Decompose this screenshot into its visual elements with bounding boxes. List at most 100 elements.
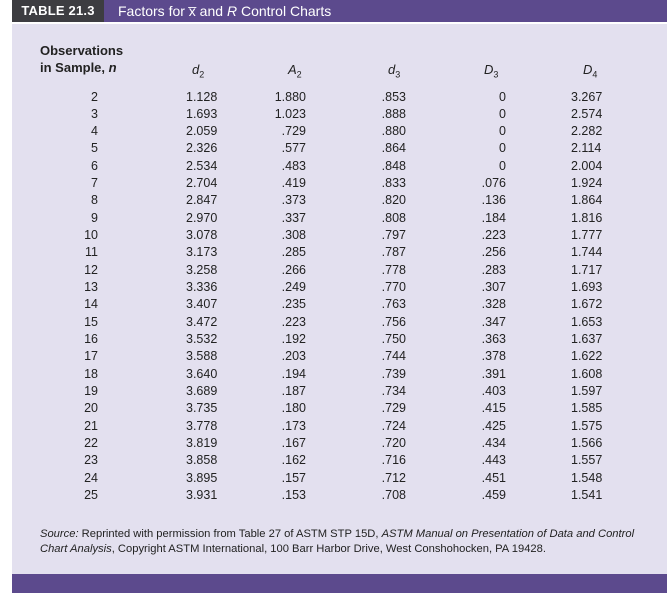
cell-d3: .763 bbox=[381, 297, 406, 312]
cell-n: 3 bbox=[91, 106, 98, 121]
cell-a2: .235 bbox=[281, 297, 306, 312]
table-row: 23 3.858 .162 .716 .443 1.557 bbox=[0, 452, 667, 469]
cell-d3: .734 bbox=[381, 384, 406, 399]
table-row: 9 2.970 .337 .808 .184 1.816 bbox=[0, 210, 667, 227]
source-text1: Reprinted with permission from Table 27 … bbox=[78, 528, 382, 540]
cell-a2: .167 bbox=[281, 436, 306, 451]
cell-d3: .833 bbox=[381, 176, 406, 191]
cell-D3: .347 bbox=[481, 314, 506, 329]
cell-a2: .249 bbox=[281, 280, 306, 295]
cell-D4: 2.282 bbox=[571, 124, 603, 139]
obs-header-line2: in Sample, n bbox=[40, 59, 123, 76]
title-r: R bbox=[226, 3, 238, 19]
title-mid: and bbox=[195, 3, 227, 19]
cell-a2: 1.880 bbox=[274, 89, 306, 104]
cell-d3: .797 bbox=[381, 228, 406, 243]
cell-D4: 2.114 bbox=[571, 141, 602, 156]
cell-n: 14 bbox=[84, 297, 98, 312]
cell-a2: .192 bbox=[281, 332, 306, 347]
cell-D4: 1.557 bbox=[571, 453, 603, 468]
cell-D4: 1.672 bbox=[571, 297, 603, 312]
cell-a2: .173 bbox=[281, 418, 306, 433]
cell-D3: .223 bbox=[481, 228, 506, 243]
cell-d3: .770 bbox=[381, 280, 406, 295]
cell-n: 11 bbox=[85, 245, 98, 260]
cell-d2: 3.407 bbox=[186, 297, 218, 312]
cell-n: 18 bbox=[84, 366, 98, 381]
header-d3: d3 bbox=[388, 62, 400, 80]
table-row: 12 3.258 .266 .778 .283 1.717 bbox=[0, 262, 667, 279]
cell-D3: .307 bbox=[481, 280, 506, 295]
cell-d2: 1.128 bbox=[186, 89, 218, 104]
cell-D3: .403 bbox=[481, 384, 506, 399]
table-row: 8 2.847 .373 .820 .136 1.864 bbox=[0, 192, 667, 209]
cell-D4: 1.622 bbox=[571, 349, 603, 364]
table-row: 14 3.407 .235 .763 .328 1.672 bbox=[0, 296, 667, 313]
cell-D3: .443 bbox=[481, 453, 506, 468]
cell-D3: 0 bbox=[499, 89, 506, 104]
D4-sub: 4 bbox=[592, 69, 598, 80]
cell-a2: .153 bbox=[281, 488, 306, 503]
source-note: Source: Reprinted with permission from T… bbox=[40, 527, 650, 557]
cell-n: 6 bbox=[91, 158, 98, 173]
table-row: 25 3.931 .153 .708 .459 1.541 bbox=[0, 487, 667, 504]
cell-D4: 1.566 bbox=[571, 436, 603, 451]
cell-d3: .820 bbox=[381, 193, 406, 208]
table-row: 2 1.128 1.880 .853 0 3.267 bbox=[0, 89, 667, 106]
cell-d3: .864 bbox=[381, 141, 406, 156]
cell-d2: 2.847 bbox=[186, 193, 218, 208]
cell-D3: 0 bbox=[499, 124, 506, 139]
bottom-bar bbox=[12, 574, 667, 593]
cell-d2: 3.735 bbox=[186, 401, 218, 416]
cell-n: 13 bbox=[84, 280, 98, 295]
cell-n: 25 bbox=[84, 488, 98, 503]
table-row: 13 3.336 .249 .770 .307 1.693 bbox=[0, 279, 667, 296]
cell-d2: 2.704 bbox=[186, 176, 218, 191]
cell-d2: 1.693 bbox=[186, 106, 218, 121]
cell-D3: .136 bbox=[481, 193, 506, 208]
cell-D4: 1.777 bbox=[571, 228, 603, 243]
table-title: Factors for x̅ and R Control Charts bbox=[118, 0, 331, 22]
cell-D4: 1.653 bbox=[571, 314, 603, 329]
cell-D3: .283 bbox=[481, 262, 506, 277]
cell-d3: .853 bbox=[381, 89, 406, 104]
cell-d3: .848 bbox=[381, 158, 406, 173]
cell-d2: 3.819 bbox=[186, 436, 218, 451]
header-D4: D4 bbox=[583, 62, 597, 80]
cell-d3: .808 bbox=[381, 210, 406, 225]
cell-n: 21 bbox=[84, 418, 98, 433]
table-row: 21 3.778 .173 .724 .425 1.575 bbox=[0, 418, 667, 435]
cell-d3: .720 bbox=[381, 436, 406, 451]
cell-d3: .744 bbox=[381, 349, 406, 364]
cell-d3: .708 bbox=[381, 488, 406, 503]
title-prefix: Factors for bbox=[118, 3, 189, 19]
cell-D3: 0 bbox=[499, 141, 506, 156]
cell-D4: 3.267 bbox=[571, 89, 603, 104]
cell-a2: .187 bbox=[281, 384, 306, 399]
cell-n: 20 bbox=[84, 401, 98, 416]
cell-D4: 1.548 bbox=[571, 470, 603, 485]
table-row: 5 2.326 .577 .864 0 2.114 bbox=[0, 140, 667, 157]
cell-a2: .223 bbox=[281, 314, 306, 329]
cell-n: 16 bbox=[84, 332, 98, 347]
cell-D3: .328 bbox=[481, 297, 506, 312]
cell-D4: 1.637 bbox=[571, 332, 603, 347]
table-row: 24 3.895 .157 .712 .451 1.548 bbox=[0, 470, 667, 487]
cell-D3: .256 bbox=[481, 245, 506, 260]
cell-D3: .391 bbox=[481, 366, 506, 381]
cell-a2: .729 bbox=[281, 124, 306, 139]
cell-d3: .739 bbox=[381, 366, 406, 381]
source-text2: , Copyright ASTM International, 100 Barr… bbox=[111, 543, 546, 555]
table-row: 15 3.472 .223 .756 .347 1.653 bbox=[0, 314, 667, 331]
cell-D3: .076 bbox=[481, 176, 506, 191]
cell-n: 5 bbox=[91, 141, 98, 156]
table-row: 18 3.640 .194 .739 .391 1.608 bbox=[0, 366, 667, 383]
cell-a2: .157 bbox=[281, 470, 306, 485]
cell-D4: 1.864 bbox=[571, 193, 603, 208]
table-row: 6 2.534 .483 .848 0 2.004 bbox=[0, 158, 667, 175]
cell-d3: .778 bbox=[381, 262, 406, 277]
cell-a2: .337 bbox=[281, 210, 306, 225]
obs-header-n: n bbox=[108, 60, 117, 75]
title-suffix: Control Charts bbox=[237, 3, 332, 19]
table-row: 3 1.693 1.023 .888 0 2.574 bbox=[0, 106, 667, 123]
